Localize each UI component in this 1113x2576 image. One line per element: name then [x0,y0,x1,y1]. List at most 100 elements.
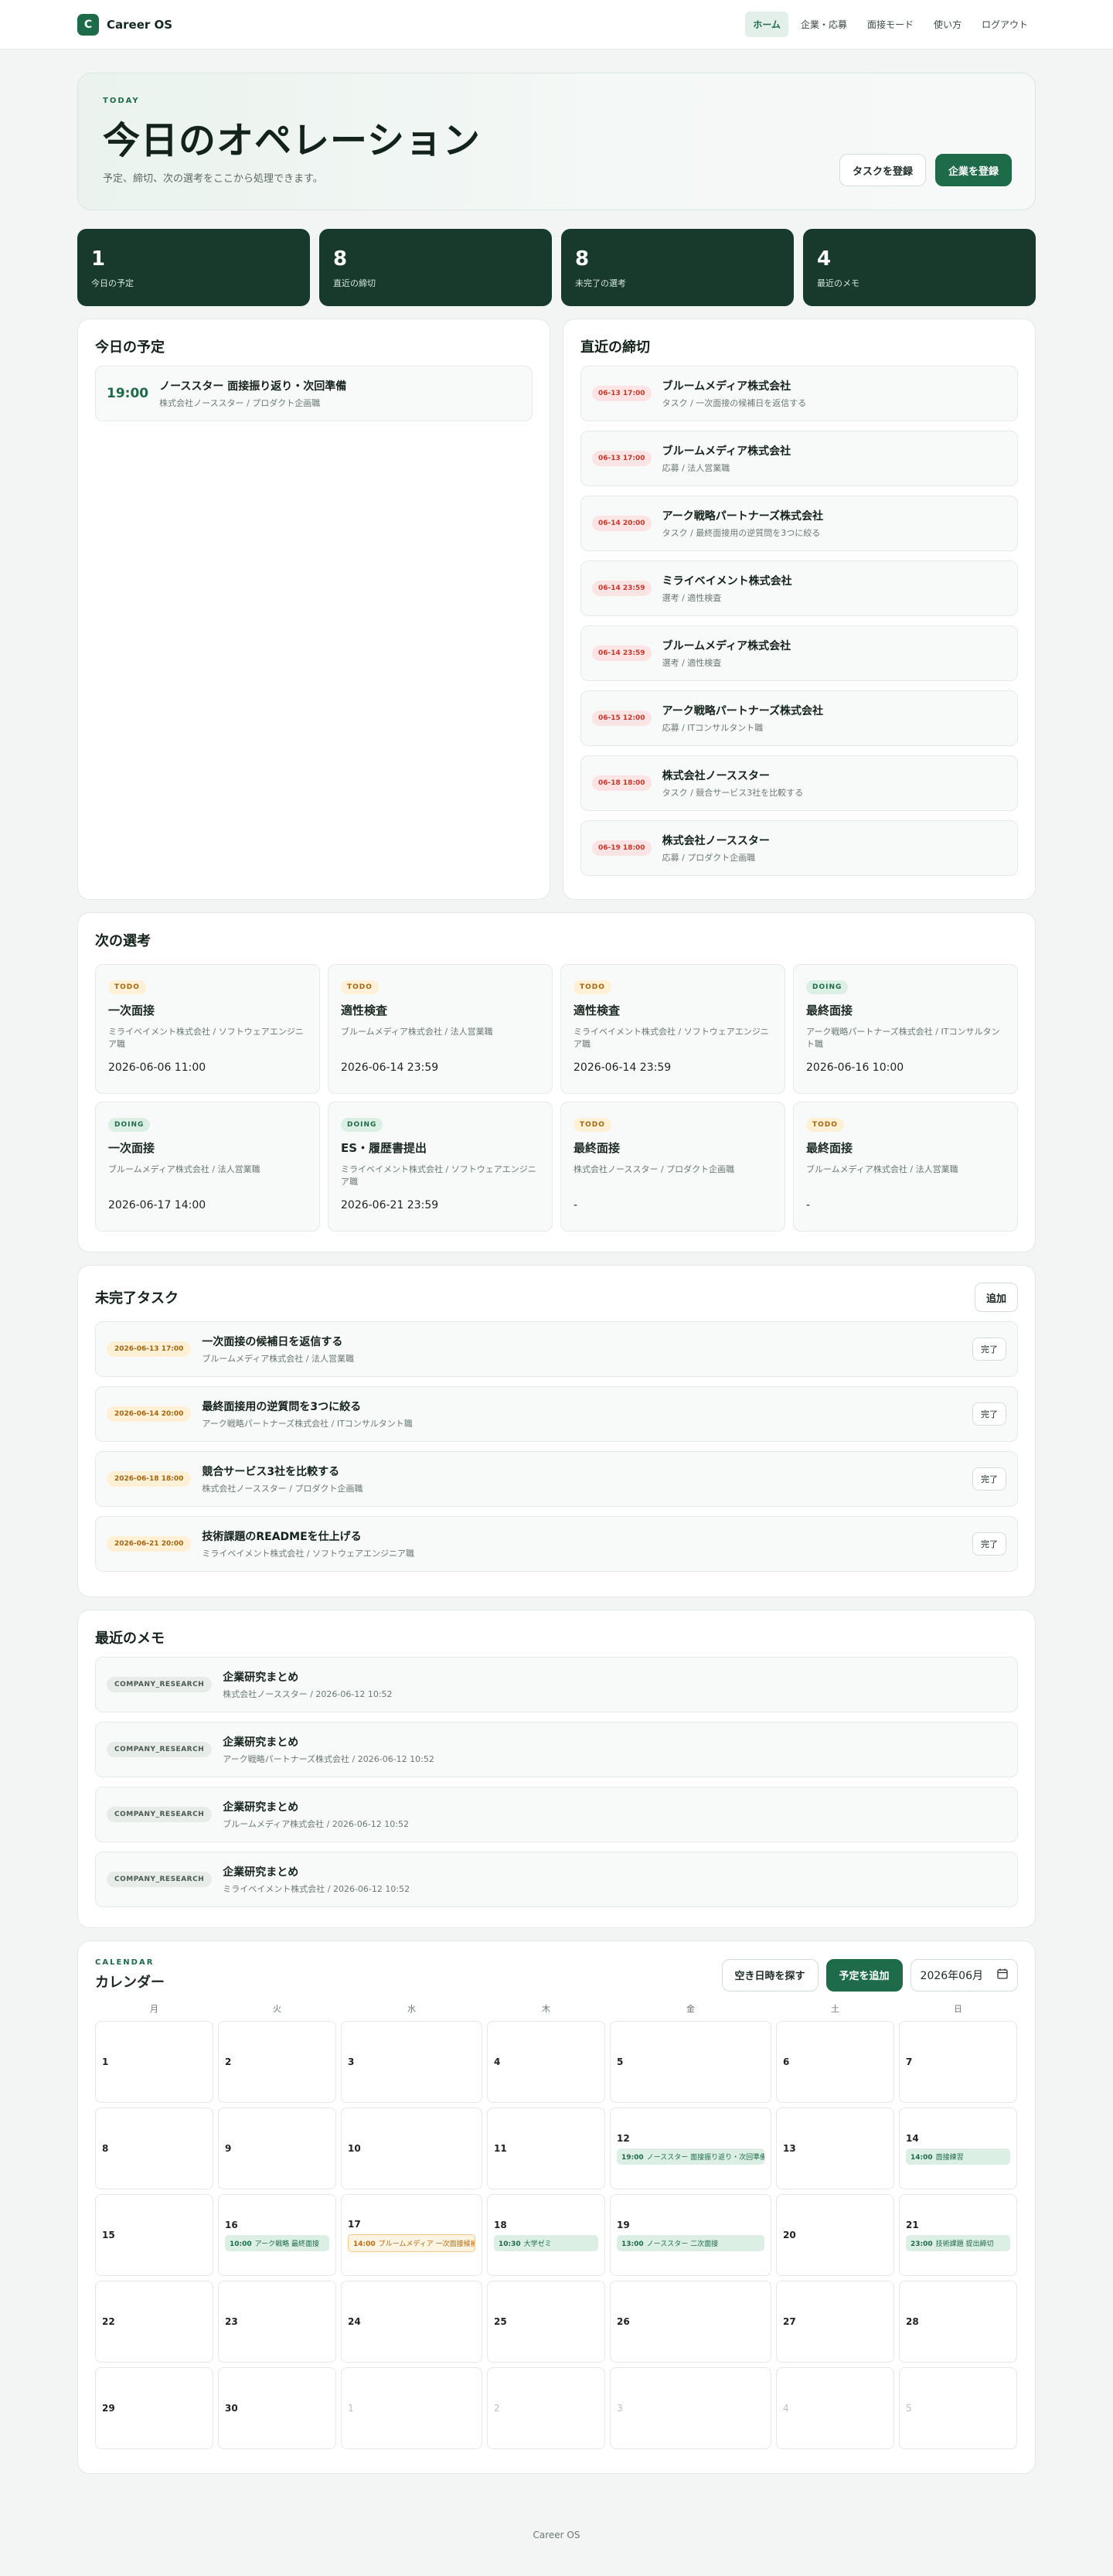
event-time: 23:00 [910,2240,933,2248]
calendar-day[interactable]: 14 14:00 面接練習 [899,2107,1017,2189]
selection-sub: 株式会社ノーススター / プロダクト企画職 [574,1164,735,1174]
find-free-slot-button[interactable]: 空き日時を探す [721,1958,819,1992]
selection-sub: ブルームメディア株式会社 / 法人営業職 [108,1164,260,1174]
calendar-day[interactable]: 20 [776,2194,894,2276]
calendar-day[interactable]: 7 [899,2021,1017,2103]
task-row[interactable]: 2026-06-18 18:00 競合サービス3社を比較する 株式会社ノーススター … [95,1451,1018,1507]
complete-task-button[interactable]: 完了 [972,1402,1006,1426]
memo-row[interactable]: COMPANY_RESEARCH 企業研究まとめ ミライベイメント株式会社 / 20… [95,1852,1018,1907]
memo-tag: COMPANY_RESEARCH [107,1807,213,1822]
nav-link[interactable]: 企業・応募 [793,12,855,37]
selection-card[interactable]: DOING 一次面接 ブルームメディア株式会社 / 法人営業職 2026-06-17 … [95,1102,320,1232]
calendar-day[interactable]: 10 [341,2107,482,2189]
day-number: 30 [225,2403,238,2414]
calendar-day[interactable]: 17 14:00 ブルームメディア 一次面接候補 [341,2194,482,2276]
calendar-day[interactable]: 3 [610,2367,771,2449]
add-event-button[interactable]: 予定を追加 [825,1958,903,1992]
complete-task-button[interactable]: 完了 [972,1467,1006,1491]
complete-task-button[interactable]: 完了 [972,1532,1006,1555]
task-row[interactable]: 2026-06-14 20:00 最終面接用の逆質問を3つに絞る アーク戦略パートナ… [95,1386,1018,1442]
calendar-event[interactable]: 14:00 面接練習 [906,2148,1010,2165]
month-picker[interactable]: 2026年06月 [910,1958,1018,1992]
calendar-day[interactable]: 8 [95,2107,213,2189]
brand[interactable]: C Career OS [77,13,172,36]
calendar-day[interactable]: 22 [95,2281,213,2363]
calendar-day[interactable]: 25 [487,2281,605,2363]
calendar-day[interactable]: 26 [610,2281,771,2363]
selection-card[interactable]: TODO 最終面接 ブルームメディア株式会社 / 法人営業職 - [793,1102,1018,1232]
calendar-day[interactable]: 3 [341,2021,482,2103]
deadline-item[interactable]: 06-13 17:00 ブルームメディア株式会社 応募 / 法人営業職 [580,431,1018,486]
calendar-day[interactable]: 9 [218,2107,336,2189]
selection-card[interactable]: TODO 一次面接 ミライベイメント株式会社 / ソフトウェアエンジニア職 2026-… [95,964,320,1094]
nav-link[interactable]: 面接モード [859,12,921,37]
calendar-event[interactable]: 14:00 ブルームメディア 一次面接候補 [348,2234,475,2252]
schedule-item[interactable]: 19:00 ノーススター 面接振り返り・次回準備 株式会社ノーススター / プロダク… [95,366,533,421]
calendar-day[interactable]: 30 [218,2367,336,2449]
calendar-day[interactable]: 23 [218,2281,336,2363]
task-row[interactable]: 2026-06-13 17:00 一次面接の候補日を返信する ブルームメディア株式会… [95,1321,1018,1377]
complete-task-button[interactable]: 完了 [972,1337,1006,1361]
nav-link[interactable]: 使い方 [926,12,969,37]
calendar-event[interactable]: 10:30 大学ゼミ [494,2234,598,2251]
calendar-day[interactable]: 19 13:00 ノーススター 二次面接 [610,2194,771,2276]
calendar-day[interactable]: 27 [776,2281,894,2363]
calendar-day[interactable]: 2 [487,2367,605,2449]
calendar-day[interactable]: 28 [899,2281,1017,2363]
calendar-day[interactable]: 1 [95,2021,213,2103]
deadline-item[interactable]: 06-19 18:00 株式会社ノーススター 応募 / プロダクト企画職 [580,820,1018,876]
calendar-day[interactable]: 13 [776,2107,894,2189]
stat-card[interactable]: 8 直近の締切 [319,229,552,306]
memo-row[interactable]: COMPANY_RESEARCH 企業研究まとめ 株式会社ノーススター / 2026… [95,1657,1018,1712]
selection-card[interactable]: DOING ES・履歴書提出 ミライベイメント株式会社 / ソフトウェアエンジニア職… [328,1102,553,1232]
event-text: 大学ゼミ [523,2240,552,2248]
calendar-day[interactable]: 5 [610,2021,771,2103]
calendar-event[interactable]: 19:00 ノーススター 面接振り返り・次回準備 [617,2148,764,2165]
calendar-day[interactable]: 5 [899,2367,1017,2449]
day-number: 9 [225,2143,232,2154]
calendar-day[interactable]: 4 [487,2021,605,2103]
stat-card[interactable]: 1 今日の予定 [77,229,310,306]
register-company-button[interactable]: 企業を登録 [934,154,1012,186]
selection-card[interactable]: DOING 最終面接 アーク戦略パートナーズ株式会社 / ITコンサルタント職 202… [793,964,1018,1094]
calendar-day[interactable]: 24 [341,2281,482,2363]
calendar-icon [997,1968,1008,1982]
add-task-button[interactable]: 追加 [974,1283,1018,1312]
calendar-day[interactable]: 12 19:00 ノーススター 面接振り返り・次回準備 [610,2107,771,2189]
selection-card[interactable]: TODO 最終面接 株式会社ノーススター / プロダクト企画職 - [560,1102,785,1232]
nav-link[interactable]: ホーム [745,12,788,37]
nav-link[interactable]: ログアウト [974,12,1036,37]
register-task-button[interactable]: タスクを登録 [839,154,926,186]
deadline-item[interactable]: 06-18 18:00 株式会社ノーススター タスク / 競合サービス3社を比較する [580,755,1018,811]
stat-value: 8 [575,247,590,271]
memo-tag: COMPANY_RESEARCH [107,1677,213,1692]
memo-row[interactable]: COMPANY_RESEARCH 企業研究まとめ アーク戦略パートナーズ株式会社 /… [95,1722,1018,1777]
status-badge: TODO [574,1118,611,1132]
calendar-day[interactable]: 6 [776,2021,894,2103]
selection-card[interactable]: TODO 適性検査 ミライベイメント株式会社 / ソフトウェアエンジニア職 2026-… [560,964,785,1094]
deadline-item[interactable]: 06-15 12:00 アーク戦略パートナーズ株式会社 応募 / ITコンサルタント… [580,690,1018,746]
calendar-day[interactable]: 18 10:30 大学ゼミ [487,2194,605,2276]
deadline-item[interactable]: 06-13 17:00 ブルームメディア株式会社 タスク / 一次面接の候補日を返信… [580,366,1018,421]
calendar-day[interactable]: 11 [487,2107,605,2189]
calendar-day[interactable]: 21 23:00 技術課題 提出締切 [899,2194,1017,2276]
selection-card[interactable]: TODO 適性検査 ブルームメディア株式会社 / 法人営業職 2026-06-14 2… [328,964,553,1094]
stat-card[interactable]: 4 最近のメモ [803,229,1036,306]
day-number: 17 [348,2218,361,2230]
calendar-day[interactable]: 29 [95,2367,213,2449]
calendar-day[interactable]: 1 [341,2367,482,2449]
calendar-day[interactable]: 4 [776,2367,894,2449]
calendar-event[interactable]: 13:00 ノーススター 二次面接 [617,2234,764,2251]
stat-card[interactable]: 8 未完了の選考 [561,229,794,306]
deadline-item[interactable]: 06-14 23:59 ミライベイメント株式会社 選考 / 適性検査 [580,561,1018,616]
task-row[interactable]: 2026-06-21 20:00 技術課題のREADMEを仕上げる ミライベイメント… [95,1516,1018,1572]
calendar-event[interactable]: 10:00 アーク戦略 最終面接 [225,2234,329,2251]
memo-row[interactable]: COMPANY_RESEARCH 企業研究まとめ ブルームメディア株式会社 / 20… [95,1787,1018,1842]
calendar-event[interactable]: 23:00 技術課題 提出締切 [906,2234,1010,2251]
calendar-day[interactable]: 15 [95,2194,213,2276]
calendar-day[interactable]: 2 [218,2021,336,2103]
deadline-item[interactable]: 06-14 23:59 ブルームメディア株式会社 選考 / 適性検査 [580,625,1018,681]
calendar-day[interactable]: 16 10:00 アーク戦略 最終面接 [218,2194,336,2276]
deadline-item[interactable]: 06-14 20:00 アーク戦略パートナーズ株式会社 タスク / 最終面接用の逆質… [580,496,1018,551]
status-badge: TODO [574,980,611,994]
